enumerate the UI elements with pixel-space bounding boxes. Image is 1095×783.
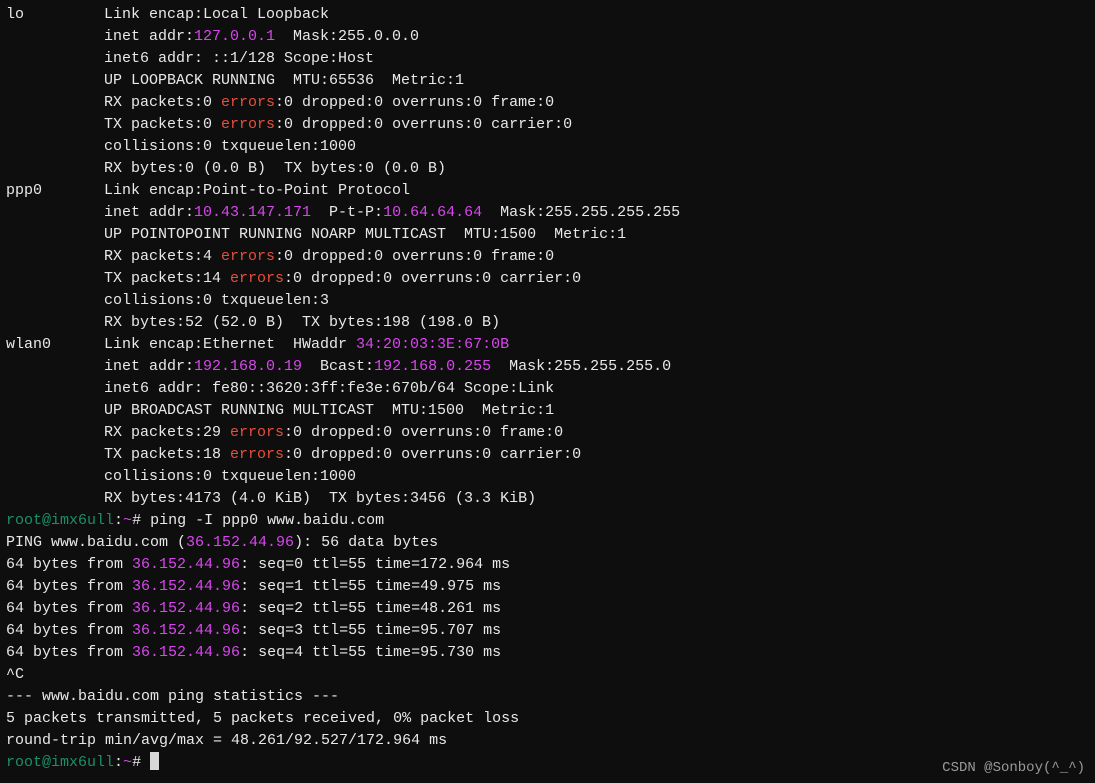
- terminal-line: collisions:0 txqueuelen:1000: [6, 466, 1089, 488]
- terminal-line: RX packets:0 errors:0 dropped:0 overruns…: [6, 92, 1089, 114]
- terminal-line: RX bytes:52 (52.0 B) TX bytes:198 (198.0…: [6, 312, 1089, 334]
- terminal-line: TX packets:0 errors:0 dropped:0 overruns…: [6, 114, 1089, 136]
- terminal-line: UP LOOPBACK RUNNING MTU:65536 Metric:1: [6, 70, 1089, 92]
- terminal-line: UP POINTOPOINT RUNNING NOARP MULTICAST M…: [6, 224, 1089, 246]
- terminal-line: 64 bytes from 36.152.44.96: seq=3 ttl=55…: [6, 620, 1089, 642]
- terminal-line: 64 bytes from 36.152.44.96: seq=2 ttl=55…: [6, 598, 1089, 620]
- cursor: [150, 752, 159, 770]
- terminal-line: root@imx6ull:~#: [6, 752, 1089, 774]
- terminal-line: --- www.baidu.com ping statistics ---: [6, 686, 1089, 708]
- terminal-line: RX packets:4 errors:0 dropped:0 overruns…: [6, 246, 1089, 268]
- terminal-output[interactable]: loLink encap:Local Loopback inet addr:12…: [6, 4, 1089, 774]
- terminal-line: round-trip min/avg/max = 48.261/92.527/1…: [6, 730, 1089, 752]
- terminal-line: 64 bytes from 36.152.44.96: seq=1 ttl=55…: [6, 576, 1089, 598]
- terminal-line: TX packets:14 errors:0 dropped:0 overrun…: [6, 268, 1089, 290]
- terminal-line: TX packets:18 errors:0 dropped:0 overrun…: [6, 444, 1089, 466]
- terminal-line: ^C: [6, 664, 1089, 686]
- terminal-line: 64 bytes from 36.152.44.96: seq=4 ttl=55…: [6, 642, 1089, 664]
- terminal-line: 5 packets transmitted, 5 packets receive…: [6, 708, 1089, 730]
- terminal-line: RX bytes:4173 (4.0 KiB) TX bytes:3456 (3…: [6, 488, 1089, 510]
- terminal-line: RX packets:29 errors:0 dropped:0 overrun…: [6, 422, 1089, 444]
- terminal-line: RX bytes:0 (0.0 B) TX bytes:0 (0.0 B): [6, 158, 1089, 180]
- terminal-line: inet addr:10.43.147.171 P-t-P:10.64.64.6…: [6, 202, 1089, 224]
- terminal-line: inet addr:192.168.0.19 Bcast:192.168.0.2…: [6, 356, 1089, 378]
- terminal-line: collisions:0 txqueuelen:3: [6, 290, 1089, 312]
- terminal-line: UP BROADCAST RUNNING MULTICAST MTU:1500 …: [6, 400, 1089, 422]
- terminal-line: 64 bytes from 36.152.44.96: seq=0 ttl=55…: [6, 554, 1089, 576]
- terminal-line: inet addr:127.0.0.1 Mask:255.0.0.0: [6, 26, 1089, 48]
- terminal-line: root@imx6ull:~# ping -I ppp0 www.baidu.c…: [6, 510, 1089, 532]
- terminal-line: ppp0Link encap:Point-to-Point Protocol: [6, 180, 1089, 202]
- terminal-line: inet6 addr: ::1/128 Scope:Host: [6, 48, 1089, 70]
- terminal-line: inet6 addr: fe80::3620:3ff:fe3e:670b/64 …: [6, 378, 1089, 400]
- terminal-line: wlan0Link encap:Ethernet HWaddr 34:20:03…: [6, 334, 1089, 356]
- terminal-line: collisions:0 txqueuelen:1000: [6, 136, 1089, 158]
- terminal-line: loLink encap:Local Loopback: [6, 4, 1089, 26]
- terminal-line: PING www.baidu.com (36.152.44.96): 56 da…: [6, 532, 1089, 554]
- watermark-text: CSDN @Sonboy(^_^): [942, 757, 1085, 779]
